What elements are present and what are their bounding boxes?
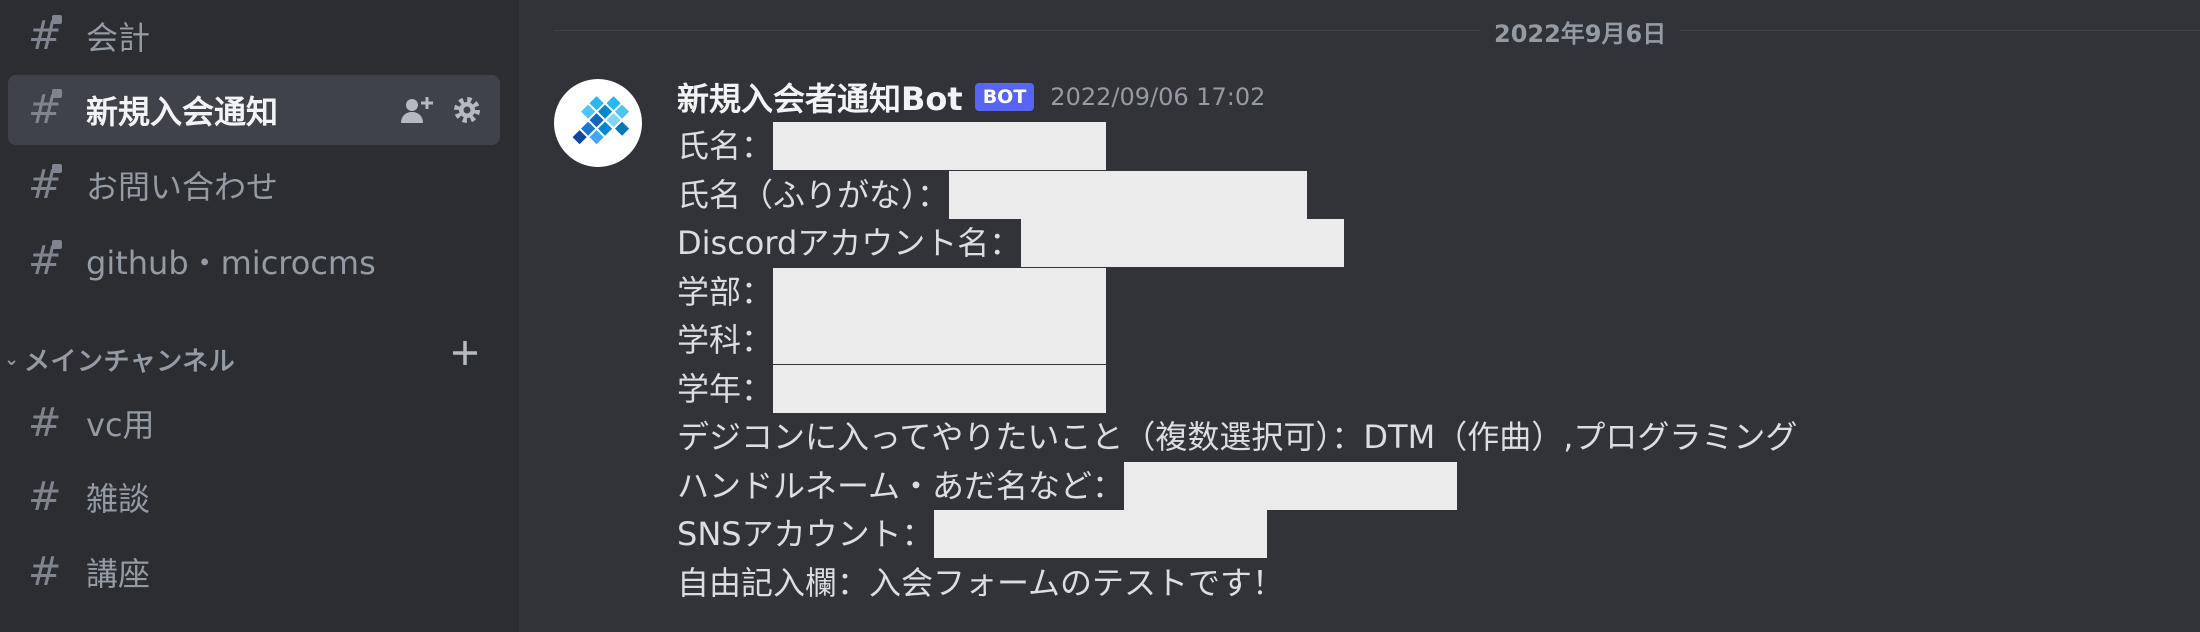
field-label: 学年： (677, 369, 774, 408)
channel-item-kaikei[interactable]: # 会計 (8, 1, 500, 71)
message-line: Discordアカウント名： (677, 219, 1797, 268)
category-label: メインチャンネル (24, 346, 236, 377)
channel-item-kouza[interactable]: # 講座 (8, 537, 500, 607)
redacted-value (773, 122, 1107, 171)
redacted-value (933, 510, 1267, 559)
channel-name: お問い合わせ (86, 168, 279, 206)
invite-member-icon[interactable] (400, 95, 436, 125)
category-main-channels[interactable]: ⌄ メインチャンネル (0, 336, 500, 382)
message-line: SNSアカウント： (677, 510, 1797, 559)
locked-text-channel-icon: # (28, 13, 62, 59)
field-label: 学科： (677, 321, 774, 360)
field-label: 学部： (677, 272, 774, 311)
locked-text-channel-icon: # (28, 162, 62, 208)
message-line: 氏名（ふりがな）： (677, 170, 1797, 220)
message-line: 氏名： (677, 122, 1797, 171)
message-line: 学年： (677, 364, 1797, 414)
text-channel-icon: # (28, 400, 62, 446)
field-label: Discordアカウント名： (677, 224, 1022, 263)
channel-name: github・microcms (86, 244, 376, 282)
date-divider (554, 30, 2200, 31)
message-line: 学科： (677, 316, 1797, 365)
field-label: 氏名： (677, 127, 774, 166)
redacted-value (1021, 219, 1345, 268)
field-label: SNSアカウント： (677, 515, 934, 554)
redacted-value (949, 170, 1308, 219)
message-header: 新規入会者通知Bot BOT 2022/09/06 17:02 (677, 74, 1265, 120)
channel-sidebar: # 会計 # 新規入会通知 # お問い合わせ # github・microcms… (0, 0, 519, 632)
message-body: 氏名： 氏名（ふりがな）： Discordアカウント名： 学部： 学科： 学年：… (677, 122, 1797, 607)
message-line: ハンドルネーム・あだ名など： (677, 461, 1797, 511)
message-line: 学部： (677, 267, 1797, 317)
diamond-grid-logo-icon (572, 96, 630, 145)
gear-icon[interactable] (452, 95, 482, 125)
channel-item-inquiry[interactable]: # お問い合わせ (8, 150, 500, 220)
locked-text-channel-icon: # (28, 87, 62, 133)
channel-name: 会計 (86, 19, 151, 57)
text-channel-icon: # (28, 549, 62, 595)
author-name[interactable]: 新規入会者通知Bot (677, 74, 963, 120)
channel-name: vc用 (86, 406, 155, 444)
redacted-value (773, 316, 1107, 365)
date-divider-label: 2022年9月6日 (1480, 14, 1681, 49)
redacted-value (1124, 461, 1458, 510)
text-channel-icon: # (28, 474, 62, 520)
channel-item-zatsudan[interactable]: # 雑談 (8, 462, 500, 532)
field-value: DTM（作曲）,プログラミング (1363, 418, 1798, 457)
bot-avatar[interactable] (554, 79, 642, 167)
redacted-value (773, 267, 1107, 316)
redacted-value (773, 364, 1107, 413)
create-channel-icon[interactable] (450, 338, 480, 375)
bot-badge: BOT (974, 83, 1035, 111)
message-line: 自由記入欄： 入会フォームのテストです！ (677, 559, 1797, 608)
channel-item-vc[interactable]: # vc用 (8, 388, 500, 458)
field-label: ハンドルネーム・あだ名など： (677, 466, 1125, 505)
channel-item-github-microcms[interactable]: # github・microcms (8, 226, 500, 296)
field-value: 入会フォームのテストです！ (869, 563, 1285, 602)
channel-item-new-member-notice[interactable]: # 新規入会通知 (8, 75, 500, 145)
chevron-down-icon: ⌄ (4, 348, 20, 370)
message-line: デジコンに入ってやりたいこと（複数選択可）： DTM（作曲）,プログラミング (677, 413, 1797, 462)
message-timestamp[interactable]: 2022/09/06 17:02 (1050, 83, 1265, 111)
field-label: 自由記入欄： (677, 563, 870, 602)
channel-name: 雑談 (86, 480, 151, 518)
field-label: デジコンに入ってやりたいこと（複数選択可）： (677, 418, 1364, 457)
channel-name: 講座 (86, 555, 151, 593)
channel-name: 新規入会通知 (86, 93, 279, 131)
field-label: 氏名（ふりがな）： (677, 175, 950, 214)
locked-text-channel-icon: # (28, 238, 62, 284)
